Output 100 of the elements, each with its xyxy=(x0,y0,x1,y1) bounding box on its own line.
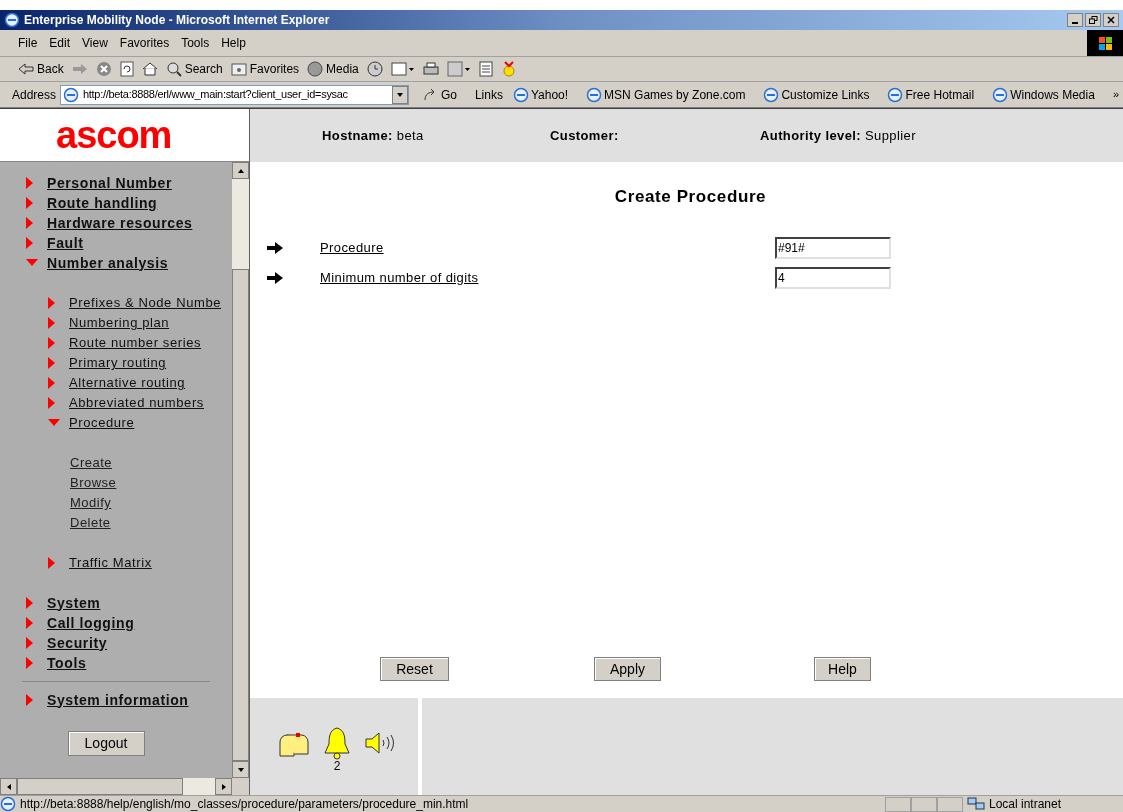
nav-link[interactable]: Number analysis xyxy=(47,252,169,274)
go-button[interactable]: Go xyxy=(422,85,457,104)
nav-action-link[interactable]: Browse xyxy=(70,473,117,493)
close-icon xyxy=(1107,16,1115,24)
nav-link[interactable]: Route number series xyxy=(69,333,202,353)
toolbar-button[interactable]: Favorites xyxy=(230,60,300,78)
toolbar-button[interactable] xyxy=(390,61,415,77)
printer-icon xyxy=(422,61,439,77)
header-info: Authority level: Supplier xyxy=(760,126,916,145)
address-label: Address xyxy=(12,86,57,104)
menu-item[interactable]: Tools xyxy=(181,34,210,52)
logout-button[interactable]: Logout xyxy=(67,731,145,756)
toolbar-button[interactable]: Back xyxy=(18,60,64,78)
menu-item[interactable]: Favorites xyxy=(119,34,170,52)
minimize-icon xyxy=(1072,22,1078,24)
minimize-button[interactable] xyxy=(1067,13,1083,27)
nav-link[interactable]: Security xyxy=(47,632,108,654)
links-label: Links xyxy=(474,86,503,104)
nav-link[interactable]: Hardware resources xyxy=(47,212,193,234)
menu-item[interactable]: Help xyxy=(221,34,246,52)
nav-link[interactable]: Call logging xyxy=(47,612,135,634)
dropdown-button[interactable] xyxy=(391,85,408,104)
nav-link[interactable]: Alternative routing xyxy=(69,373,186,393)
field-label-link[interactable]: Procedure xyxy=(320,237,775,258)
toolbar-button[interactable] xyxy=(141,61,158,77)
clock-icon xyxy=(366,61,383,77)
nav-link[interactable]: Traffic Matrix xyxy=(69,553,152,573)
mail-caret-icon xyxy=(390,61,415,77)
link-button[interactable]: Yahoo! xyxy=(512,85,569,104)
nav-action-link[interactable]: Create xyxy=(70,453,113,473)
link-button[interactable]: Free Hotmail xyxy=(887,85,975,104)
home-icon xyxy=(141,61,158,77)
nav-link[interactable]: Personal Number xyxy=(47,172,172,194)
nav-link[interactable]: Primary routing xyxy=(69,353,167,373)
scroll-arrow-icon xyxy=(395,90,404,99)
arrow-icon xyxy=(267,241,283,254)
horizontal-scrollbar[interactable] xyxy=(0,778,249,795)
page-icon xyxy=(586,86,603,103)
header-info: Customer: xyxy=(550,126,620,145)
link-button[interactable]: MSN Games by Zone.com xyxy=(586,85,746,104)
restore-icon xyxy=(1088,16,1098,24)
arrow-icon xyxy=(267,271,283,284)
edit-caret-icon xyxy=(446,61,471,77)
zone-label: Local intranet xyxy=(989,796,1062,812)
link-button[interactable]: Windows Media xyxy=(992,85,1095,104)
nav-link[interactable]: Fault xyxy=(47,232,84,254)
nav-link[interactable]: Procedure xyxy=(69,413,135,433)
text-field[interactable]: 4 xyxy=(775,266,891,289)
document-icon xyxy=(478,61,493,77)
menu-item[interactable]: View xyxy=(82,34,108,52)
toolbar-button[interactable]: Media xyxy=(307,60,359,78)
close-button[interactable] xyxy=(1103,13,1119,27)
windows-logo-icon xyxy=(1087,30,1123,56)
nav-action-link[interactable]: Delete xyxy=(70,513,111,533)
form-button[interactable]: Reset xyxy=(380,657,449,681)
speaker-icon xyxy=(364,732,396,754)
toolbar-button[interactable] xyxy=(119,61,134,77)
back-arrow-icon xyxy=(18,63,34,75)
forward-arrow-icon xyxy=(71,63,88,75)
stop-icon xyxy=(95,61,112,77)
toolbar-button[interactable] xyxy=(422,61,439,77)
header-info: Hostname: beta xyxy=(322,126,425,145)
text-field[interactable]: #91# xyxy=(775,236,891,259)
page-icon xyxy=(992,86,1009,103)
form-button[interactable]: Help xyxy=(814,657,871,681)
search-icon xyxy=(165,61,182,77)
page-title: Create Procedure xyxy=(613,186,768,208)
refresh-icon xyxy=(119,61,134,77)
nav-link[interactable]: Route handling xyxy=(47,192,158,214)
page-icon xyxy=(887,86,904,103)
link-button[interactable]: Customize Links xyxy=(763,85,870,104)
nav-link[interactable]: Tools xyxy=(47,652,87,674)
nav-link[interactable]: Numbering plan xyxy=(69,313,170,333)
logo: ascom xyxy=(56,116,172,154)
field-label-link[interactable]: Minimum number of digits xyxy=(320,267,775,288)
page-icon xyxy=(763,86,780,103)
network-icon xyxy=(967,797,985,811)
nav-link[interactable]: Prefixes & Node Numbe xyxy=(69,293,222,313)
nav-link[interactable]: Abbreviated numbers xyxy=(69,393,204,413)
toolbar-button[interactable]: Search xyxy=(165,60,223,78)
more-links-button[interactable]: » xyxy=(1112,86,1119,103)
vertical-scrollbar[interactable] xyxy=(232,162,249,778)
status-url: http://beta:8888/help/english/mo_classes/procedure/parameters/procedure_min.html xyxy=(20,796,470,812)
page-icon xyxy=(63,86,80,103)
address-field[interactable]: http://beta:8888/erl/www_main:start?client_user_id=sysac xyxy=(60,84,409,105)
menu-item[interactable]: Edit xyxy=(49,34,71,52)
go-arrow-icon xyxy=(422,87,437,102)
form-button[interactable]: Apply xyxy=(594,657,661,681)
alarm-count: 2 xyxy=(333,760,341,772)
restore-button[interactable] xyxy=(1085,13,1101,27)
bell-icon xyxy=(322,726,352,760)
nav-link[interactable]: System xyxy=(47,592,101,614)
browser-icon xyxy=(4,12,20,28)
page-icon xyxy=(512,86,529,103)
mailbox-icon xyxy=(278,732,310,760)
nav-link[interactable]: System information xyxy=(47,689,189,711)
nav-action-link[interactable]: Modify xyxy=(70,493,112,513)
window-title: Enterprise Mobility Node - Microsoft Internet Explorer xyxy=(24,12,330,29)
menu-item[interactable]: File xyxy=(18,34,38,52)
page-icon xyxy=(0,796,16,812)
